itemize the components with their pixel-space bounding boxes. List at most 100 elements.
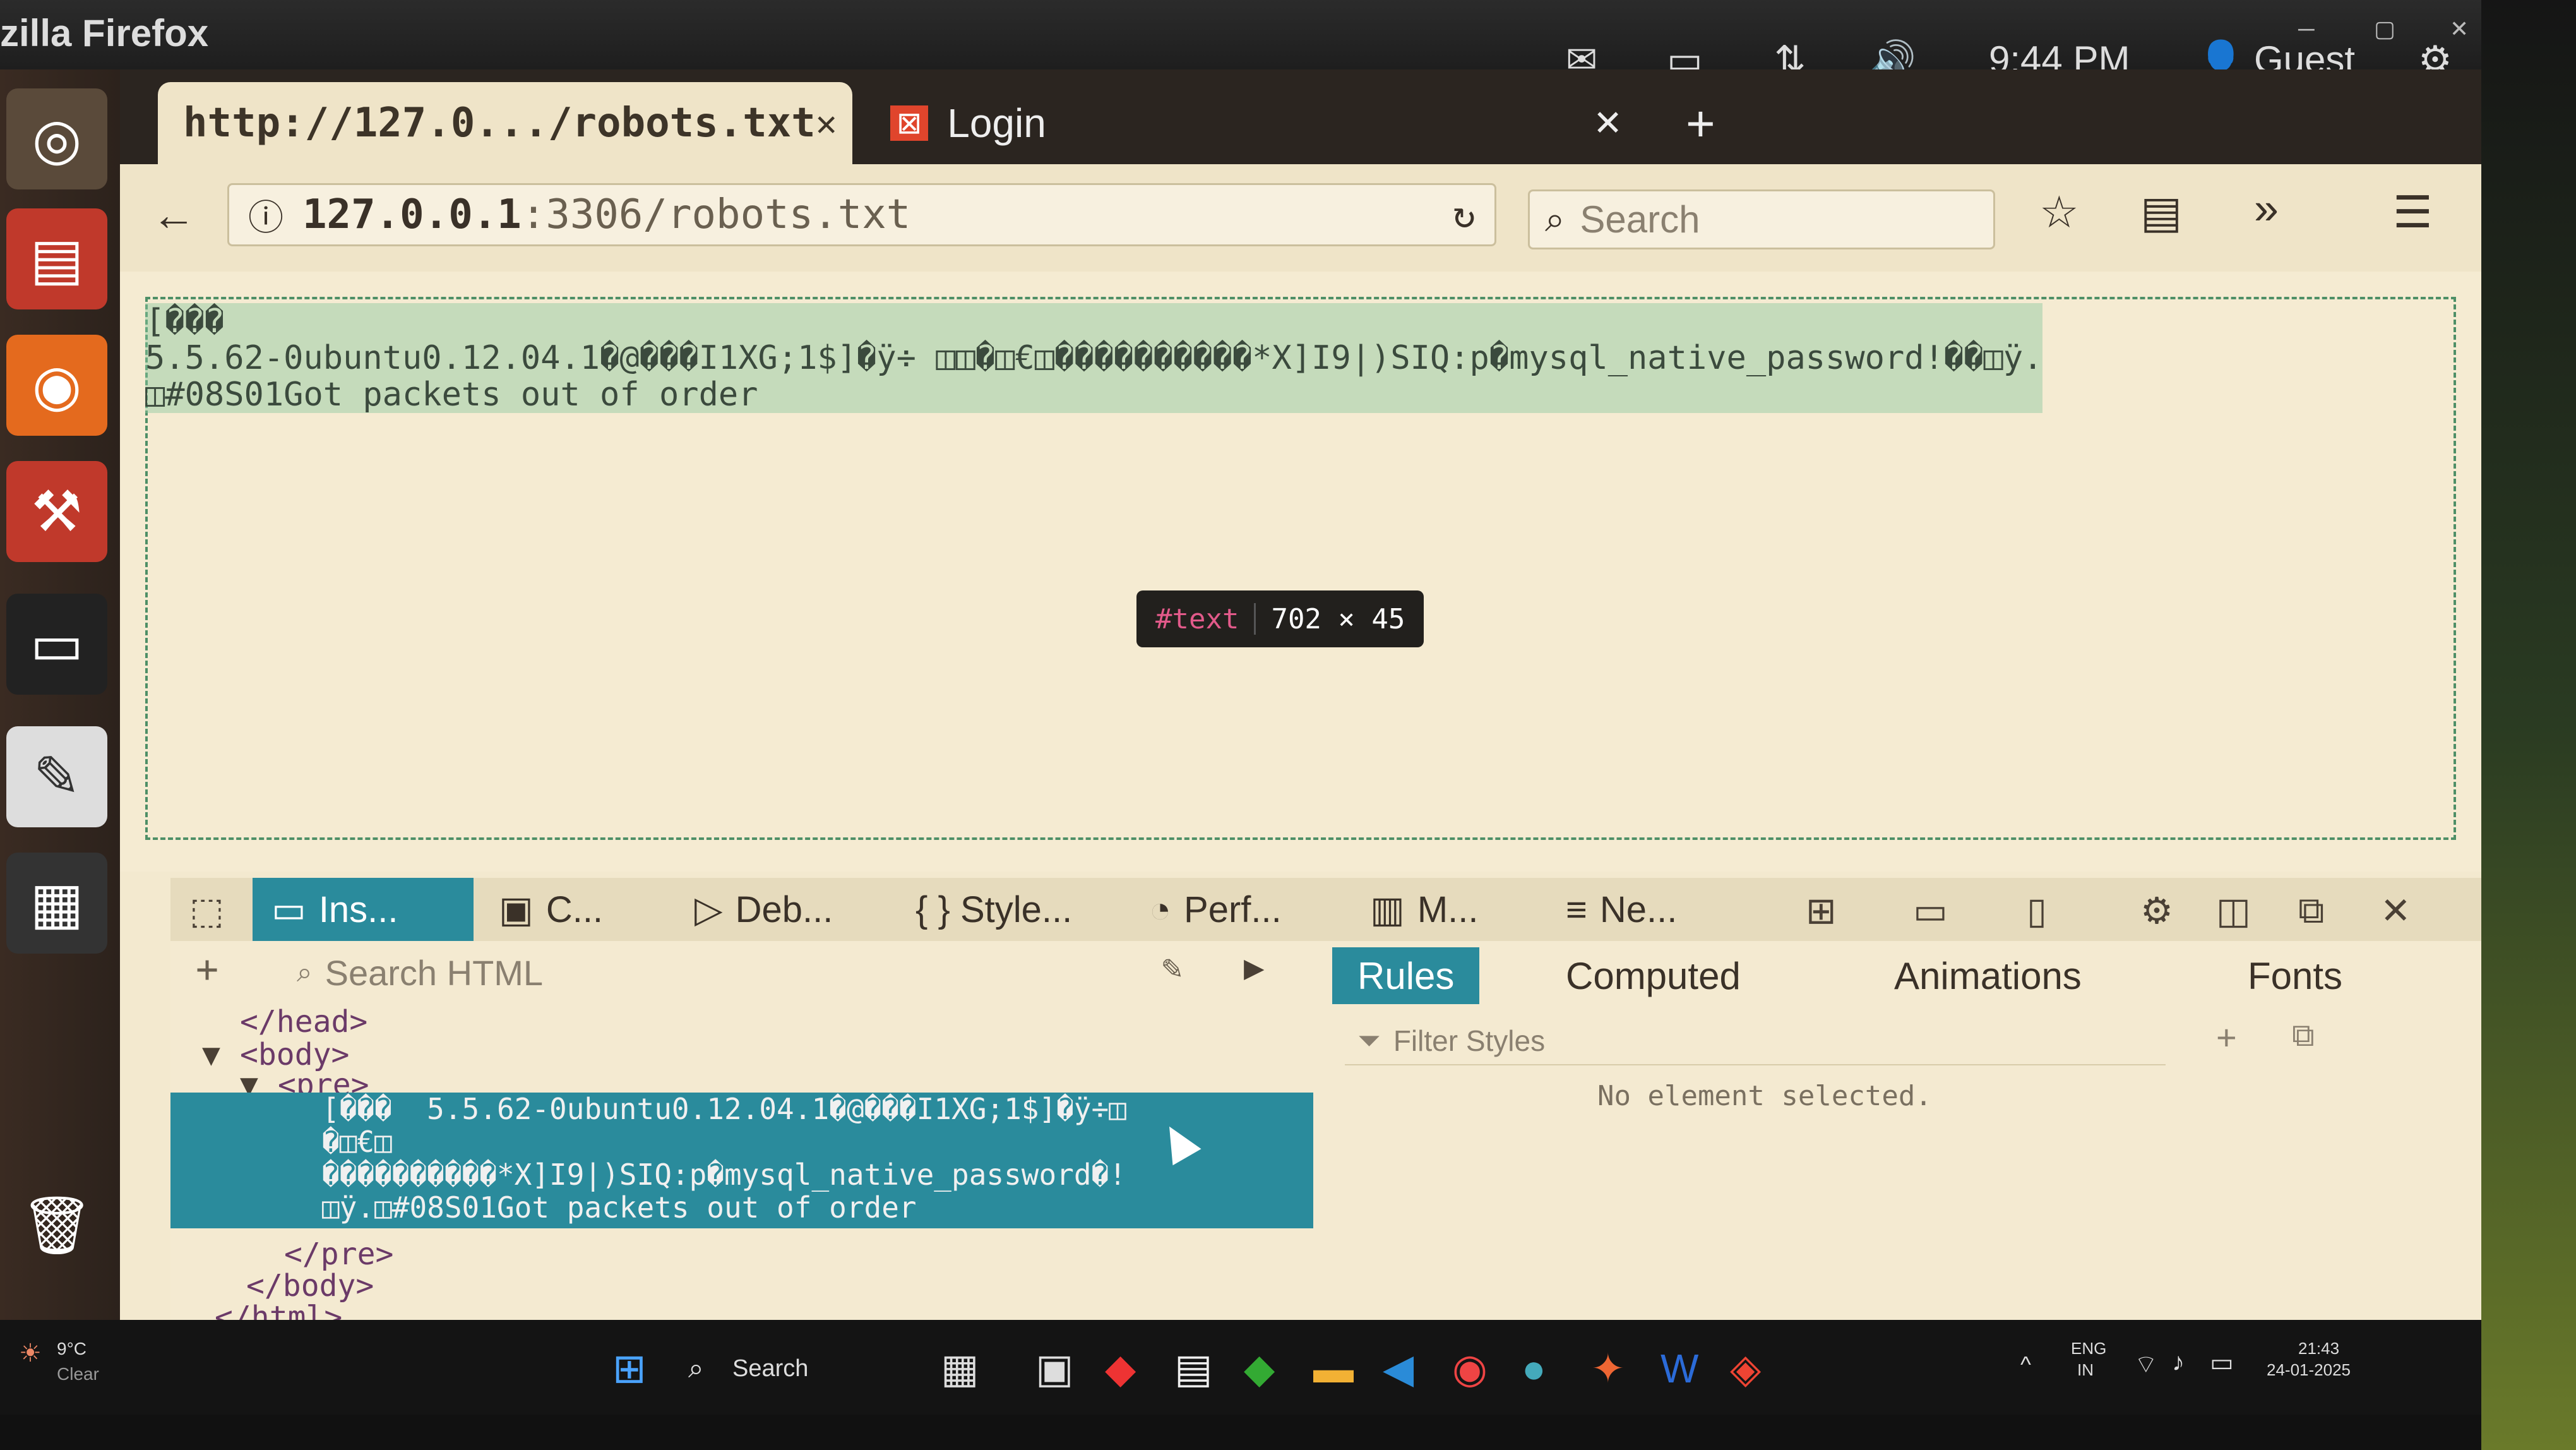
performance-icon: ◔ [1149, 889, 1172, 930]
window-title: zilla Firefox [0, 12, 209, 54]
devtools-settings-icon[interactable]: ⚙ [2140, 889, 2173, 932]
weather-temp: 9°C [57, 1339, 86, 1358]
search-html-placeholder: Search HTML [325, 952, 544, 993]
file-explorer-icon[interactable]: ▬ [1313, 1345, 1354, 1392]
body-close-tag[interactable]: </body> [246, 1268, 374, 1303]
console-split-icon[interactable]: ▭ [1913, 889, 1948, 932]
tab-memory[interactable]: ▥ M... [1351, 878, 1541, 941]
info-icon[interactable]: ⓘ [248, 189, 283, 241]
weather-icon: ☀ [19, 1339, 42, 1367]
tab-network[interactable]: ≡ Ne... [1547, 878, 1736, 941]
widgets-icon[interactable]: ▦ [941, 1345, 979, 1393]
battery-tray-icon[interactable]: ▭ [2210, 1348, 2234, 1377]
tab-animations[interactable]: Animations [1869, 947, 2107, 1004]
store-icon[interactable]: ▤ [1174, 1345, 1212, 1393]
tab-performance[interactable]: ◔ Perf... [1130, 878, 1345, 941]
app-blue-icon[interactable]: ● [1522, 1345, 1546, 1392]
responsive-layout-icon[interactable]: ⊞ [1806, 889, 1837, 932]
add-node-icon[interactable]: + [196, 947, 218, 992]
page-line-1: [��� [145, 303, 225, 340]
reading-list-icon[interactable]: ▤ [2140, 186, 2182, 238]
office-icon[interactable]: ◆ [1105, 1345, 1136, 1393]
window-close-icon[interactable]: ✕ [2450, 16, 2469, 42]
tab-computed[interactable]: Computed [1541, 947, 1766, 1004]
eyedropper-icon[interactable]: ✎ [1162, 947, 1183, 987]
tab-title: Login [947, 100, 1046, 146]
reload-icon[interactable]: ↻ [1453, 193, 1476, 237]
hamburger-menu-icon[interactable]: ☰ [2393, 186, 2433, 238]
tab-close-icon[interactable]: ✕ [816, 103, 837, 144]
task-view-icon[interactable]: ▣ [1035, 1345, 1073, 1393]
tab-login[interactable]: ⊠ Login ✕ [865, 82, 1648, 164]
url-bar[interactable]: ⓘ 127.0.0.1 :3306/robots.txt ↻ [227, 183, 1496, 246]
workspace-icon[interactable]: ▦ [6, 853, 107, 954]
tab-fonts[interactable]: Fonts [2222, 947, 2368, 1004]
overflow-chevron-icon[interactable]: » [2254, 183, 2279, 234]
tab-label: { } Style... [915, 889, 1073, 930]
word-icon[interactable]: W [1661, 1345, 1698, 1392]
head-close-tag[interactable]: </head> [240, 1004, 367, 1040]
console-icon: ▣ [499, 889, 534, 930]
tab-style-editor[interactable]: { } Style... [897, 878, 1124, 941]
settings-icon[interactable]: ⚒ [6, 461, 107, 562]
minimize-icon[interactable]: ─ [2298, 16, 2315, 42]
app-green-icon[interactable]: ◆ [1244, 1345, 1275, 1393]
nav-bar: ← ⓘ 127.0.0.1 :3306/robots.txt ↻ ⌕ Searc… [120, 164, 2481, 274]
devtools-panel: ⬚ ▭ Ins... ▣ C... ▷ Deb... { } Style... [170, 878, 2481, 1396]
search-icon: ⌕ [297, 957, 313, 988]
speaker-icon[interactable]: ♪ [2172, 1348, 2185, 1377]
bookmark-star-icon[interactable]: ☆ [2039, 186, 2079, 238]
tab-console[interactable]: ▣ C... [480, 878, 669, 941]
login-favicon-icon: ⊠ [890, 105, 929, 141]
tab-title: http://127.0.../robots.txt [183, 100, 816, 147]
chrome-icon[interactable]: ◉ [1452, 1345, 1488, 1393]
add-rule-icon[interactable]: + [2216, 1017, 2237, 1058]
inspector-icon: ▭ [271, 889, 306, 930]
search-placeholder: Search [1580, 198, 1700, 241]
page-line-2: 5.5.62-0ubuntu0.12.04.1�@���I1XG;1$]�ÿ÷ … [145, 339, 2043, 377]
filter-placeholder: Filter Styles [1393, 1024, 1546, 1057]
tab-rules[interactable]: Rules [1332, 947, 1480, 1004]
taskbar-search-label[interactable]: Search [732, 1355, 808, 1382]
restore-icon[interactable]: ▢ [2374, 16, 2395, 42]
windows-start-icon[interactable]: ⊞ [612, 1345, 647, 1393]
element-picker-icon[interactable]: ⬚ [189, 889, 224, 932]
tab-debugger[interactable]: ▷ Deb... [676, 878, 890, 941]
back-arrow-icon[interactable]: ← [152, 189, 196, 240]
trash-icon[interactable]: 🗑 [6, 1175, 107, 1276]
taskbar-search-icon[interactable]: ⌕ [688, 1353, 704, 1384]
search-html-input[interactable]: ⌕ Search HTML [284, 947, 1118, 998]
tab-close-icon[interactable]: ✕ [1593, 102, 1623, 144]
files-icon[interactable]: ▤ [6, 208, 107, 309]
new-tab-button[interactable]: + [1686, 95, 1715, 153]
dock-side-icon[interactable]: ◫ [2216, 889, 2251, 932]
taskbar-time[interactable]: 21:43 [2298, 1339, 2339, 1358]
brave-icon[interactable]: ◈ [1730, 1345, 1761, 1393]
toggle-sidebar-icon[interactable]: ▶ [1244, 947, 1265, 987]
language-label[interactable]: ENG [2071, 1339, 2106, 1358]
vscode-icon[interactable]: ◀ [1383, 1345, 1414, 1393]
firefox-icon[interactable]: ◉ [6, 335, 107, 436]
devtools-close-icon[interactable]: ✕ [2380, 889, 2411, 932]
wifi-icon[interactable]: ⌔ [2134, 1348, 2158, 1380]
text-editor-icon[interactable]: ✎ [6, 726, 107, 827]
terminal-icon[interactable]: ▭ [6, 594, 107, 695]
tab-robots[interactable]: http://127.0.../robots.txt ✕ [158, 82, 852, 164]
tab-inspector[interactable]: ▭ Ins... [253, 878, 474, 941]
tray-chevron-icon[interactable]: ^ [2020, 1351, 2031, 1378]
screenshot-icon[interactable]: ▯ [2027, 889, 2047, 932]
toggle-pseudo-class-icon[interactable]: ⧉ [2292, 1017, 2315, 1054]
app-orange-icon[interactable]: ✦ [1591, 1345, 1625, 1393]
unity-launcher: ◎ ▤ ◉ ⚒ ▭ ✎ ▦ 🗑 [0, 69, 120, 1415]
taskbar-date[interactable]: 24-01-2025 [2267, 1360, 2351, 1380]
search-bar[interactable]: ⌕ Search [1528, 189, 1995, 249]
filter-styles-input[interactable]: ⏷ Filter Styles [1345, 1017, 2166, 1065]
pre-close-tag[interactable]: </pre> [284, 1237, 393, 1272]
undock-icon[interactable]: ⧉ [2298, 889, 2324, 932]
search-icon: ⌕ [1545, 199, 1565, 239]
memory-icon: ▥ [1370, 889, 1405, 930]
body-expand-icon[interactable]: ▼ [202, 1037, 220, 1072]
tooltip-node-tag: #text [1155, 602, 1239, 635]
tab-label: Ins... [318, 889, 398, 930]
dash-icon[interactable]: ◎ [6, 88, 107, 189]
